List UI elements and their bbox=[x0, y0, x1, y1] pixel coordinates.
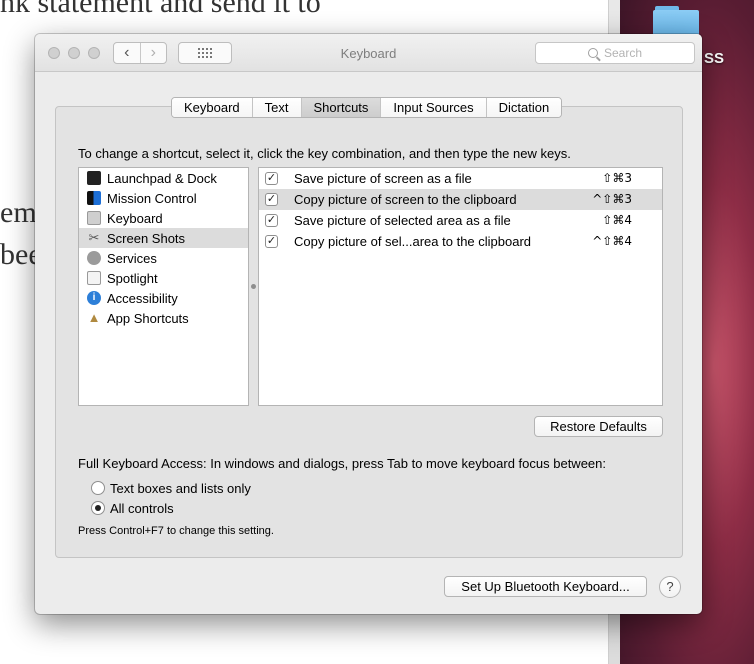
launchpad-icon bbox=[87, 171, 101, 185]
category-label: Keyboard bbox=[107, 210, 163, 226]
keyboard-access-hint: Press Control+F7 to change this setting. bbox=[78, 525, 274, 537]
search-icon bbox=[587, 48, 598, 58]
tab-shortcuts[interactable]: Shortcuts bbox=[300, 98, 381, 117]
shortcut-checkbox[interactable]: ✓ bbox=[265, 172, 278, 185]
shortcut-label: Save picture of selected area as a file bbox=[294, 213, 511, 228]
category-label: Mission Control bbox=[107, 190, 197, 206]
shortcut-keys[interactable]: ^⇧⌘4 bbox=[592, 234, 632, 248]
title-bar: ‹ › Keyboard Search bbox=[35, 34, 702, 72]
tab-bar: Keyboard Text Shortcuts Input Sources Di… bbox=[171, 97, 563, 118]
category-app-shortcuts[interactable]: ▲ App Shortcuts bbox=[79, 308, 248, 328]
spotlight-icon bbox=[87, 271, 101, 285]
shortcut-checkbox[interactable]: ✓ bbox=[265, 235, 278, 248]
shortcut-keys[interactable]: ⇧⌘3 bbox=[602, 171, 632, 185]
category-list: Launchpad & Dock Mission Control Keyboar… bbox=[78, 167, 249, 406]
shortcut-label: Copy picture of screen to the clipboard bbox=[294, 192, 517, 207]
category-label: App Shortcuts bbox=[107, 310, 189, 326]
mission-control-icon bbox=[87, 191, 101, 205]
shortcut-row[interactable]: ✓ Copy picture of sel...area to the clip… bbox=[259, 231, 662, 252]
category-spotlight[interactable]: Spotlight bbox=[79, 268, 248, 288]
category-label: Spotlight bbox=[107, 270, 158, 286]
tab-dictation[interactable]: Dictation bbox=[485, 98, 562, 117]
category-launchpad-dock[interactable]: Launchpad & Dock bbox=[79, 168, 248, 188]
shortcut-checkbox[interactable]: ✓ bbox=[265, 214, 278, 227]
keyboard-preferences-window: ‹ › Keyboard Search Keyboard Text Shortc… bbox=[35, 34, 702, 614]
restore-defaults-button[interactable]: Restore Defaults bbox=[534, 416, 663, 437]
tab-input-sources[interactable]: Input Sources bbox=[380, 98, 486, 117]
category-label: Services bbox=[107, 250, 157, 266]
shortcut-keys[interactable]: ^⇧⌘3 bbox=[592, 192, 632, 206]
shortcut-row[interactable]: ✓ Save picture of selected area as a fil… bbox=[259, 210, 662, 231]
radio-all-controls[interactable]: All controls bbox=[91, 499, 174, 517]
shortcut-list: ✓ Save picture of screen as a file ⇧⌘3 ✓… bbox=[258, 167, 663, 406]
split-view-handle[interactable] bbox=[251, 284, 256, 289]
category-label: Accessibility bbox=[107, 290, 178, 306]
gear-icon bbox=[87, 251, 101, 265]
tab-text[interactable]: Text bbox=[251, 98, 301, 117]
app-shortcuts-icon: ▲ bbox=[87, 310, 101, 325]
help-button[interactable]: ? bbox=[659, 576, 681, 598]
shortcut-row[interactable]: ✓ Save picture of screen as a file ⇧⌘3 bbox=[259, 168, 662, 189]
screenshot-icon: ✂ bbox=[88, 230, 100, 245]
radio-button-selected[interactable] bbox=[91, 501, 105, 515]
keyboard-icon bbox=[87, 211, 101, 225]
radio-text-boxes-lists[interactable]: Text boxes and lists only bbox=[91, 479, 251, 497]
category-label: Launchpad & Dock bbox=[107, 170, 217, 186]
radio-label: All controls bbox=[110, 500, 174, 516]
tab-keyboard[interactable]: Keyboard bbox=[172, 98, 252, 117]
accessibility-icon: i bbox=[87, 291, 101, 305]
shortcut-keys[interactable]: ⇧⌘4 bbox=[602, 213, 632, 227]
set-up-bluetooth-keyboard-button[interactable]: Set Up Bluetooth Keyboard... bbox=[444, 576, 647, 597]
radio-button[interactable] bbox=[91, 481, 105, 495]
shortcut-label: Save picture of screen as a file bbox=[294, 171, 472, 186]
background-text-line: em bbox=[0, 196, 37, 229]
category-keyboard[interactable]: Keyboard bbox=[79, 208, 248, 228]
search-field[interactable]: Search bbox=[535, 42, 695, 64]
full-keyboard-access-label: Full Keyboard Access: In windows and dia… bbox=[78, 456, 606, 471]
instructions-text: To change a shortcut, select it, click t… bbox=[78, 146, 571, 161]
category-accessibility[interactable]: i Accessibility bbox=[79, 288, 248, 308]
category-services[interactable]: Services bbox=[79, 248, 248, 268]
category-label: Screen Shots bbox=[107, 230, 186, 246]
shortcut-checkbox[interactable]: ✓ bbox=[265, 193, 278, 206]
shortcut-label: Copy picture of sel...area to the clipbo… bbox=[294, 234, 532, 249]
category-screen-shots[interactable]: ✂ Screen Shots bbox=[79, 228, 248, 248]
search-placeholder: Search bbox=[603, 46, 643, 60]
shortcut-row[interactable]: ✓ Copy picture of screen to the clipboar… bbox=[259, 189, 662, 210]
category-mission-control[interactable]: Mission Control bbox=[79, 188, 248, 208]
background-text-line: nk statement and send it to bbox=[0, 0, 321, 19]
radio-label: Text boxes and lists only bbox=[110, 480, 251, 496]
desktop-label: SS bbox=[704, 50, 725, 67]
